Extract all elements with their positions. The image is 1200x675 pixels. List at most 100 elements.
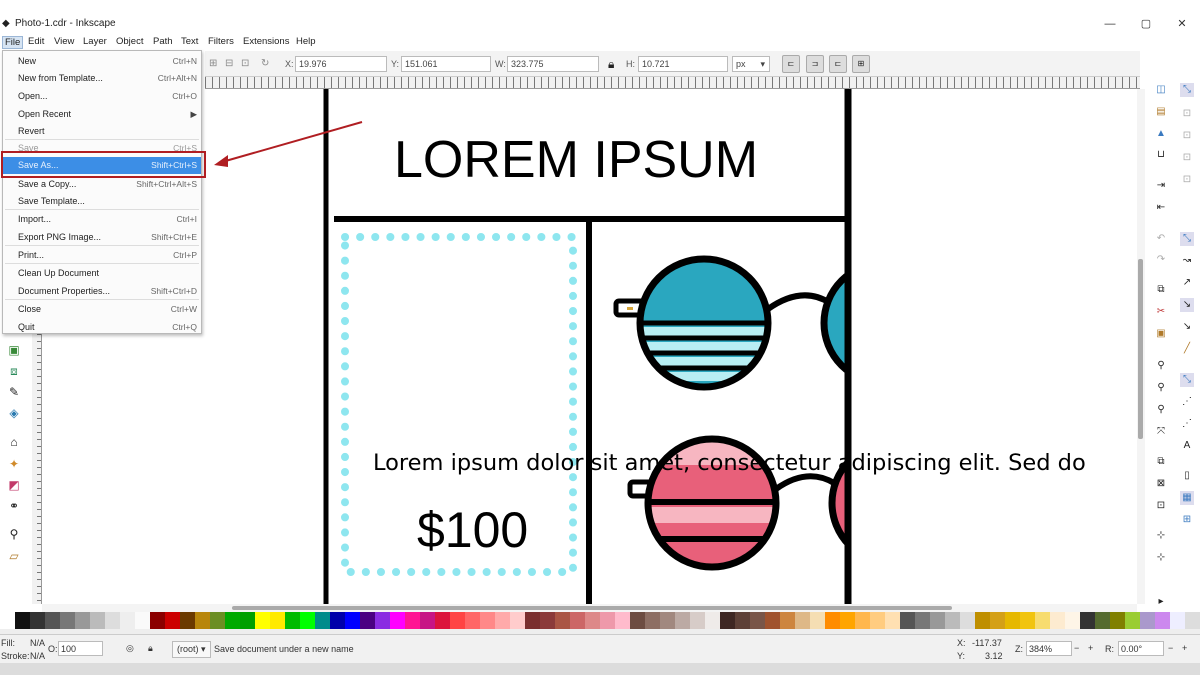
palette-swatch[interactable] [1110, 612, 1125, 629]
palette-swatch[interactable] [420, 612, 435, 629]
menu-edit[interactable]: Edit [26, 36, 46, 47]
palette-swatch[interactable] [795, 612, 810, 629]
vertical-scroll-thumb[interactable] [1138, 259, 1143, 439]
snap-nodes-icon[interactable]: ⤡ [1180, 232, 1194, 246]
palette-swatch[interactable] [975, 612, 990, 629]
palette-swatch[interactable] [1065, 612, 1080, 629]
zoom-tool-icon[interactable]: ⚲ [6, 526, 22, 542]
lower-icon[interactable]: ⊡ [241, 58, 249, 69]
snap-bbox-corner-icon[interactable]: ⊡ [1180, 151, 1194, 165]
zoom-page-icon[interactable]: ⚲ [1154, 403, 1168, 417]
import-icon[interactable]: ⇥ [1154, 179, 1168, 193]
palette-swatch[interactable] [90, 612, 105, 629]
palette-swatch[interactable] [345, 612, 360, 629]
palette-swatch[interactable] [45, 612, 60, 629]
snap-bbox-mid-icon[interactable]: ⊡ [1180, 173, 1194, 187]
opacity-field[interactable]: 100 [58, 641, 103, 656]
menu-item-close[interactable]: Close Ctrl+W [3, 301, 201, 318]
palette-swatch[interactable] [180, 612, 195, 629]
rotate-icon[interactable]: ↻ [261, 58, 269, 69]
fill-value[interactable]: N/A [30, 638, 45, 648]
clone-icon[interactable]: ⊠ [1154, 477, 1168, 491]
snap-midpoints-icon[interactable]: ╱ [1180, 342, 1194, 356]
palette-swatch[interactable] [600, 612, 615, 629]
palette-swatch[interactable] [765, 612, 780, 629]
color-palette[interactable] [0, 612, 1200, 629]
move-gradients-button[interactable]: ⊏ [829, 55, 847, 73]
palette-swatch[interactable] [1155, 612, 1170, 629]
lock-icon[interactable]: 🔒︎ [608, 57, 614, 72]
snap-centers-icon[interactable]: ⋰ [1180, 395, 1194, 409]
rotate-minus-icon[interactable]: − [1168, 643, 1173, 653]
menu-text[interactable]: Text [179, 36, 200, 47]
snap-bbox-icon[interactable]: ⊡ [1180, 107, 1194, 121]
palette-swatch[interactable] [675, 612, 690, 629]
menu-view[interactable]: View [52, 36, 76, 47]
palette-swatch[interactable] [660, 612, 675, 629]
palette-swatch[interactable] [945, 612, 960, 629]
menu-item-new[interactable]: New Ctrl+N [3, 53, 201, 70]
menu-extensions[interactable]: Extensions [241, 36, 291, 47]
palette-swatch[interactable] [900, 612, 915, 629]
palette-swatch[interactable] [15, 612, 30, 629]
fill-stroke-icon[interactable]: ▲ [1154, 127, 1168, 141]
palette-swatch[interactable] [105, 612, 120, 629]
palette-swatch[interactable] [1140, 612, 1155, 629]
paint-bucket-icon[interactable]: ◈ [6, 405, 22, 421]
menu-object[interactable]: Object [114, 36, 145, 47]
layer-visibility-icon[interactable]: ◎ [126, 643, 134, 654]
menu-filters[interactable]: Filters [206, 36, 236, 47]
zoom-out-icon[interactable]: − [1074, 643, 1079, 653]
maximize-button[interactable]: ▢ [1139, 17, 1153, 31]
snap-grid-icon[interactable]: ▦ [1180, 491, 1194, 505]
spiral-tool-icon[interactable]: ▣ [6, 342, 22, 358]
palette-swatch[interactable] [840, 612, 855, 629]
export-icon[interactable]: ⇤ [1154, 201, 1168, 215]
palette-swatch[interactable] [60, 612, 75, 629]
zoom-in-step-icon[interactable]: + [1088, 643, 1093, 653]
palette-swatch[interactable] [570, 612, 585, 629]
w-field[interactable]: 323.775 [507, 56, 599, 72]
palette-swatch[interactable] [240, 612, 255, 629]
palette-swatch[interactable] [435, 612, 450, 629]
undo-icon[interactable]: ↶ [1154, 232, 1168, 246]
palette-swatch[interactable] [1005, 612, 1020, 629]
scale-corners-button[interactable]: ⊐ [806, 55, 824, 73]
palette-swatch[interactable] [780, 612, 795, 629]
zoom-drawing-icon[interactable]: ⚲ [1154, 381, 1168, 395]
rotate-plus-icon[interactable]: + [1182, 643, 1187, 653]
snap-intersections-icon[interactable]: ↗ [1180, 276, 1194, 290]
palette-swatch[interactable] [1080, 612, 1095, 629]
snap-page-icon[interactable]: ▯ [1180, 469, 1194, 483]
duplicate-icon[interactable]: ⧉ [1154, 455, 1168, 469]
raise-icon[interactable]: ⊟ [225, 58, 233, 69]
menu-layer[interactable]: Layer [81, 36, 109, 47]
group-icon[interactable]: ⊹ [1154, 529, 1168, 543]
horizontal-scrollbar[interactable] [42, 604, 1137, 612]
palette-swatch[interactable] [495, 612, 510, 629]
snap-paths-icon[interactable]: ↝ [1180, 254, 1194, 268]
connector-tool-icon[interactable]: ⚭ [6, 498, 22, 514]
vertical-scrollbar[interactable] [1137, 89, 1145, 604]
rotate-field[interactable]: 0.00° [1118, 641, 1164, 656]
snap-rotation-icon[interactable]: ⋰ [1180, 417, 1194, 431]
palette-swatch[interactable] [270, 612, 285, 629]
redo-icon[interactable]: ↷ [1154, 253, 1168, 267]
measure-tool-icon[interactable]: ▱ [6, 548, 22, 564]
palette-swatch[interactable] [555, 612, 570, 629]
palette-swatch[interactable] [855, 612, 870, 629]
minimize-button[interactable]: — [1103, 17, 1117, 31]
palette-swatch[interactable] [255, 612, 270, 629]
palette-swatch[interactable] [315, 612, 330, 629]
palette-swatch[interactable] [525, 612, 540, 629]
palette-swatch[interactable] [210, 612, 225, 629]
palette-swatch[interactable] [30, 612, 45, 629]
palette-swatch[interactable] [120, 612, 135, 629]
menu-file[interactable]: File [2, 36, 24, 49]
snap-guides-icon[interactable]: ⊞ [1180, 513, 1194, 527]
tweak-tool-icon[interactable]: ⌂ [6, 434, 22, 450]
ungroup-icon[interactable]: ⊹ [1154, 551, 1168, 565]
xml-editor-icon[interactable]: ⊔ [1154, 148, 1168, 162]
more-commands-icon[interactable]: ▸ [1154, 595, 1168, 609]
palette-swatch[interactable] [285, 612, 300, 629]
